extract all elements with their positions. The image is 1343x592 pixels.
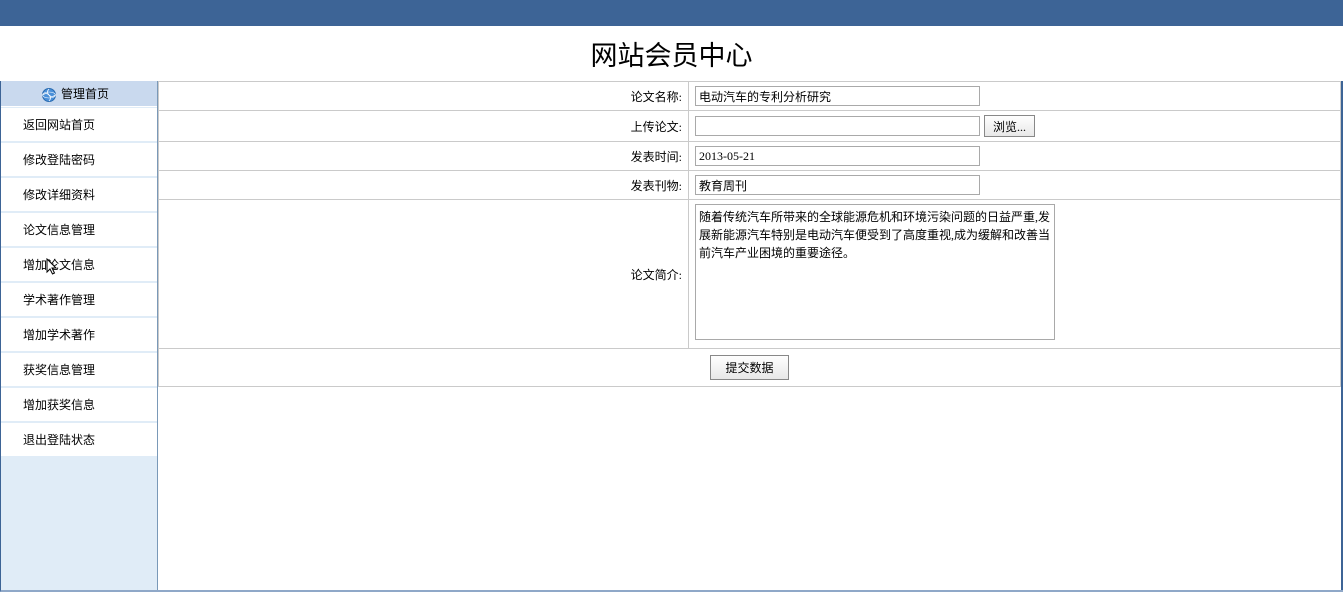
sidebar-header[interactable]: 管理首页 (1, 81, 157, 107)
top-bar (0, 0, 1343, 26)
summary-textarea[interactable] (695, 204, 1055, 340)
sidebar-item-paper-manage[interactable]: 论文信息管理 (1, 213, 157, 247)
sidebar-item-label: 获奖信息管理 (23, 363, 95, 377)
form-table: 论文名称: 上传论文: 浏览... 发表时间: (158, 81, 1341, 387)
sidebar-item-label: 修改详细资料 (23, 188, 95, 202)
sidebar-item-label: 学术著作管理 (23, 293, 95, 307)
sidebar-item-label: 论文信息管理 (23, 223, 95, 237)
browse-button[interactable]: 浏览... (984, 115, 1035, 137)
sidebar-item-label: 返回网站首页 (23, 118, 95, 132)
form-row-upload: 上传论文: 浏览... (159, 111, 1341, 142)
sidebar-item-book-add[interactable]: 增加学术著作 (1, 318, 157, 352)
label-paper-name: 论文名称: (159, 82, 689, 111)
form-row-summary: 论文简介: (159, 200, 1341, 349)
sidebar-item-password[interactable]: 修改登陆密码 (1, 143, 157, 177)
label-upload: 上传论文: (159, 111, 689, 142)
page-title: 网站会员中心 (0, 26, 1343, 81)
sidebar-item-paper-add[interactable]: 增加论文信息 (1, 248, 157, 282)
content-area: 论文名称: 上传论文: 浏览... 发表时间: (158, 81, 1343, 590)
globe-icon (41, 86, 57, 102)
sidebar-item-label: 增加论文信息 (23, 258, 95, 272)
sidebar: 管理首页 返回网站首页 修改登陆密码 修改详细资料 论文信息管理 增加论文信息 … (1, 81, 158, 590)
publish-date-input[interactable] (695, 146, 980, 166)
upload-file-display[interactable] (695, 116, 980, 136)
sidebar-item-home[interactable]: 返回网站首页 (1, 108, 157, 142)
label-publish-date: 发表时间: (159, 142, 689, 171)
sidebar-item-logout[interactable]: 退出登陆状态 (1, 423, 157, 457)
sidebar-item-award-manage[interactable]: 获奖信息管理 (1, 353, 157, 387)
form-row-date: 发表时间: (159, 142, 1341, 171)
journal-input[interactable] (695, 175, 980, 195)
submit-button[interactable]: 提交数据 (710, 355, 788, 380)
sidebar-item-award-add[interactable]: 增加获奖信息 (1, 388, 157, 422)
main-layout: 管理首页 返回网站首页 修改登陆密码 修改详细资料 论文信息管理 增加论文信息 … (0, 81, 1343, 592)
label-journal: 发表刊物: (159, 171, 689, 200)
paper-name-input[interactable] (695, 86, 980, 106)
form-row-journal: 发表刊物: (159, 171, 1341, 200)
sidebar-item-label: 增加获奖信息 (23, 398, 95, 412)
sidebar-item-label: 修改登陆密码 (23, 153, 95, 167)
sidebar-item-profile[interactable]: 修改详细资料 (1, 178, 157, 212)
sidebar-item-label: 增加学术著作 (23, 328, 95, 342)
sidebar-item-book-manage[interactable]: 学术著作管理 (1, 283, 157, 317)
sidebar-item-label: 退出登陆状态 (23, 433, 95, 447)
form-row-paper-name: 论文名称: (159, 82, 1341, 111)
form-row-submit: 提交数据 (159, 349, 1341, 387)
label-summary: 论文简介: (159, 200, 689, 349)
sidebar-header-label: 管理首页 (61, 87, 109, 101)
